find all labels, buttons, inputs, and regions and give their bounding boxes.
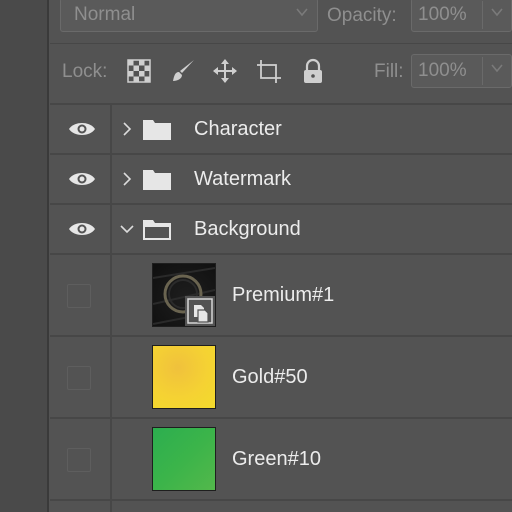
dock-divider (47, 0, 49, 512)
layer-thumbnail (152, 427, 216, 491)
opacity-field[interactable]: 100% (411, 0, 512, 32)
opacity-value: 100% (418, 4, 467, 25)
visibility-column (50, 205, 112, 253)
layer-name: Gold#50 (232, 366, 308, 388)
visibility-column (50, 155, 112, 203)
lock-transparent-pixels-icon[interactable] (126, 58, 152, 84)
left-dock-strip (0, 0, 49, 512)
layer-name: Green#10 (232, 448, 321, 470)
layer-thumbnail (152, 263, 216, 327)
chevron-down-icon[interactable] (119, 221, 135, 237)
lock-label: Lock: (62, 61, 108, 82)
visibility-toggle[interactable] (67, 448, 91, 472)
visibility-column (50, 337, 112, 417)
folder-open-icon (143, 220, 171, 240)
chevron-down-icon (296, 8, 308, 17)
layer-row-watermark[interactable]: Watermark (50, 155, 512, 205)
layer-thumbnail (152, 345, 216, 409)
chevron-down-icon[interactable] (490, 61, 504, 75)
fill-field[interactable]: 100% (411, 54, 512, 88)
chevron-down-icon[interactable] (490, 5, 504, 19)
smart-object-icon (185, 296, 215, 326)
folder-icon (143, 170, 171, 190)
blend-mode-select[interactable]: Normal (60, 0, 318, 32)
layer-row-character[interactable]: Character (50, 105, 512, 155)
visibility-toggle[interactable] (67, 366, 91, 390)
lock-artboard-icon[interactable] (256, 58, 282, 84)
lock-image-pixels-icon[interactable] (170, 58, 196, 84)
visibility-column (50, 419, 112, 499)
layer-row-gold[interactable]: Gold#50 (50, 337, 512, 419)
layer-row-green[interactable]: Green#10 (50, 419, 512, 501)
layer-row-background[interactable]: Background (50, 205, 512, 255)
opacity-divider (482, 1, 483, 29)
layer-name: Background (194, 218, 301, 240)
chevron-right-icon[interactable] (119, 121, 135, 137)
visibility-column-tail (50, 501, 112, 512)
eye-icon[interactable] (68, 220, 96, 238)
lock-all-icon[interactable] (300, 58, 326, 84)
visibility-toggle[interactable] (67, 284, 91, 308)
layer-name: Premium#1 (232, 284, 335, 306)
eye-icon[interactable] (68, 170, 96, 188)
layer-name: Character (194, 118, 282, 140)
header-divider (50, 43, 512, 44)
visibility-column (50, 255, 112, 335)
blend-mode-value: Normal (74, 4, 136, 25)
fill-label: Fill: (374, 61, 404, 82)
eye-icon[interactable] (68, 120, 96, 138)
fill-divider (482, 57, 483, 85)
fill-value: 100% (418, 60, 467, 81)
lock-position-icon[interactable] (212, 58, 238, 84)
layer-row-premium[interactable]: Premium#1 (50, 255, 512, 337)
chevron-right-icon[interactable] (119, 171, 135, 187)
opacity-label: Opacity: (327, 5, 397, 26)
layer-name: Watermark (194, 168, 292, 190)
visibility-column (50, 105, 112, 153)
folder-icon (143, 120, 171, 140)
